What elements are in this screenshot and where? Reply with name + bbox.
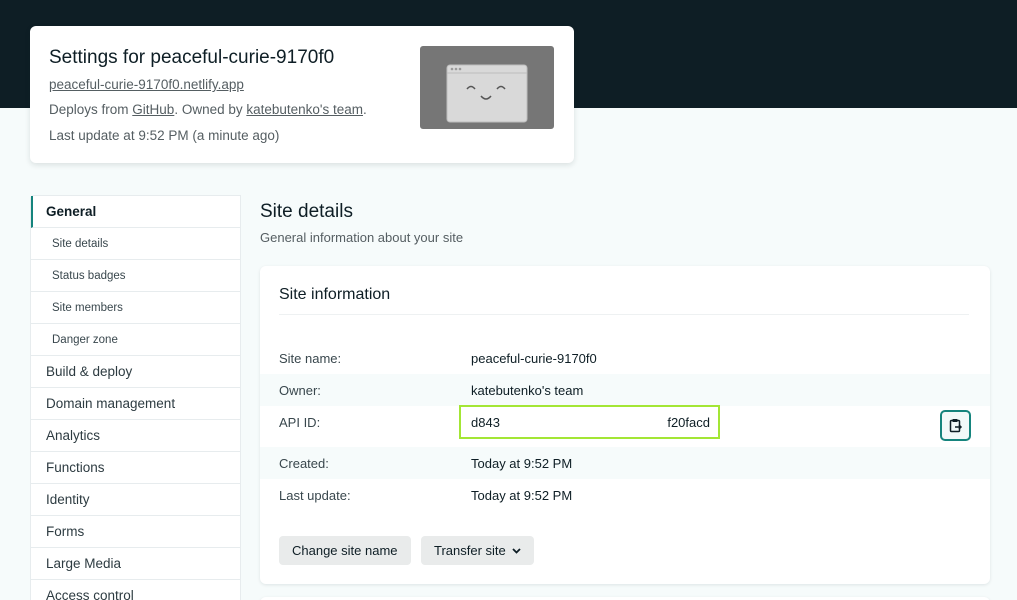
nav-build-deploy[interactable]: Build & deploy <box>31 356 240 388</box>
clipboard-icon <box>949 419 962 433</box>
nav-access-control[interactable]: Access control <box>31 580 240 600</box>
card-title: Site information <box>279 286 391 303</box>
page-title: Settings for peaceful-curie-9170f0 <box>49 47 335 68</box>
change-site-name-button[interactable]: Change site name <box>279 536 411 565</box>
created-value: Today at 9:52 PM <box>471 455 573 471</box>
last-update-label: Last update: <box>279 487 351 503</box>
site-overview-card: Settings for peaceful-curie-9170f0 peace… <box>30 26 574 163</box>
chevron-down-icon <box>512 547 521 554</box>
change-site-name-label: Change site name <box>292 543 398 558</box>
api-id-label: API ID: <box>279 414 321 430</box>
team-link[interactable]: katebutenko's team <box>246 102 363 117</box>
site-name-value: peaceful-curie-9170f0 <box>471 350 597 366</box>
transfer-site-label: Transfer site <box>434 543 506 558</box>
deploys-prefix: Deploys from <box>49 102 133 117</box>
site-screenshot-thumbnail[interactable] <box>420 46 554 129</box>
nav-site-details[interactable]: Site details <box>31 228 240 260</box>
nav-identity[interactable]: Identity <box>31 484 240 516</box>
nav-site-members[interactable]: Site members <box>31 292 240 324</box>
section-title: Site details <box>260 201 353 222</box>
card-divider <box>279 314 969 315</box>
site-name-label: Site name: <box>279 350 342 366</box>
site-url-link[interactable]: peaceful-curie-9170f0.netlify.app <box>49 77 244 92</box>
api-id-end: f20facd <box>667 414 710 430</box>
owner-label: Owner: <box>279 382 321 398</box>
nav-danger-zone[interactable]: Danger zone <box>31 324 240 356</box>
api-id-field[interactable]: d843 f20facd <box>459 405 720 439</box>
owned-prefix: . Owned by <box>174 102 247 117</box>
nav-forms[interactable]: Forms <box>31 516 240 548</box>
site-information-card: Site information Site name: peaceful-cur… <box>260 266 990 584</box>
owner-row: Owner: katebutenko's team <box>260 374 990 406</box>
section-subtitle: General information about your site <box>260 230 464 245</box>
last-update-value: Today at 9:52 PM <box>471 487 573 503</box>
settings-sidebar: General Site details Status badges Site … <box>30 195 241 600</box>
nav-domain-management[interactable]: Domain management <box>31 388 240 420</box>
copy-api-id-button[interactable] <box>940 410 971 441</box>
created-label: Created: <box>279 455 329 471</box>
last-update-text: Last update at 9:52 PM (a minute ago) <box>49 128 280 143</box>
github-link[interactable]: GitHub <box>132 102 174 117</box>
nav-large-media[interactable]: Large Media <box>31 548 240 580</box>
nav-general[interactable]: General <box>31 196 240 228</box>
site-name-row: Site name: peaceful-curie-9170f0 <box>260 342 990 374</box>
deploy-info: Deploys from GitHub. Owned by katebutenk… <box>49 102 367 117</box>
last-update-row: Last update: Today at 9:52 PM <box>260 479 990 511</box>
owner-value: katebutenko's team <box>471 382 584 398</box>
nav-analytics[interactable]: Analytics <box>31 420 240 452</box>
nav-status-badges[interactable]: Status badges <box>31 260 240 292</box>
nav-functions[interactable]: Functions <box>31 452 240 484</box>
created-row: Created: Today at 9:52 PM <box>260 447 990 479</box>
smiley-browser-icon <box>446 64 528 123</box>
owned-suffix: . <box>363 102 367 117</box>
transfer-site-button[interactable]: Transfer site <box>421 536 534 565</box>
api-id-start: d843 <box>471 414 500 430</box>
